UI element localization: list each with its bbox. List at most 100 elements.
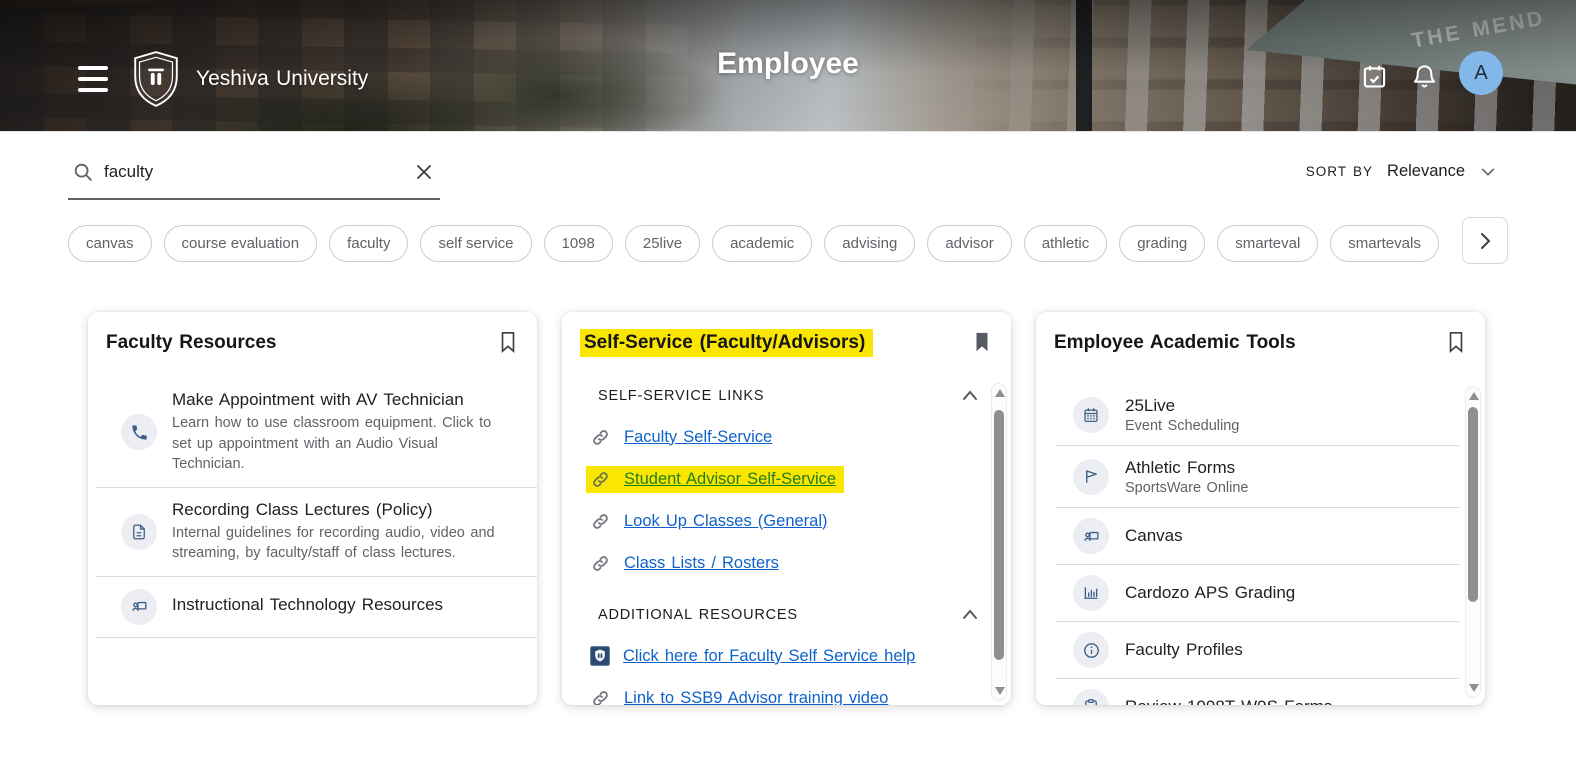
- bookmark-outline-icon: [497, 330, 519, 354]
- item-description: Internal guidelines for recording audio,…: [172, 523, 513, 564]
- chips-scroll-right-button[interactable]: [1462, 217, 1508, 264]
- bar-chart-icon: [1082, 584, 1100, 602]
- page-title: Employee: [717, 47, 859, 81]
- link-icon: [590, 511, 611, 532]
- filter-chip-1098[interactable]: 1098: [544, 225, 613, 262]
- filter-chip-advisor[interactable]: advisor: [927, 225, 1011, 262]
- bookmark-button[interactable]: [969, 330, 995, 356]
- filter-chip-course-evaluation[interactable]: course evaluation: [164, 225, 318, 262]
- link-faculty-self-service[interactable]: Faculty Self-Service: [624, 428, 772, 447]
- card-title-highlighted: Self-Service (Faculty/Advisors): [580, 329, 873, 357]
- divider: [96, 637, 537, 638]
- calendar-button[interactable]: [1359, 62, 1389, 92]
- bookmark-button[interactable]: [1443, 330, 1469, 356]
- clipboard-check-icon: [1082, 698, 1100, 705]
- scrollbar[interactable]: [1465, 386, 1481, 698]
- menu-button[interactable]: [78, 66, 108, 92]
- link-icon: [590, 469, 611, 490]
- link-look-up-classes[interactable]: Look Up Classes (General): [624, 512, 828, 531]
- phone-icon: [121, 414, 157, 450]
- filter-chip-grading[interactable]: grading: [1119, 225, 1205, 262]
- section-title: SELF-SERVICE LINKS: [598, 388, 764, 404]
- phone-icon: [130, 423, 149, 442]
- scroll-up-arrow[interactable]: [1469, 392, 1479, 400]
- item-title: Canvas: [1125, 526, 1183, 546]
- instructor-screen-icon: [1073, 518, 1109, 554]
- item-title: Faculty Profiles: [1125, 640, 1243, 660]
- list-item[interactable]: 25Live Event Scheduling: [1036, 384, 1485, 445]
- instructor-screen-icon: [130, 597, 149, 616]
- clipboard-check-icon: [1073, 689, 1109, 705]
- filter-chip-smartevals[interactable]: smartevals: [1330, 225, 1439, 262]
- filter-chip-academic[interactable]: academic: [712, 225, 812, 262]
- list-item[interactable]: Athletic Forms SportsWare Online: [1036, 446, 1485, 507]
- scroll-down-arrow[interactable]: [1469, 684, 1479, 692]
- scroll-up-arrow[interactable]: [995, 389, 1005, 397]
- tool-list: 25Live Event Scheduling Athletic Forms S…: [1036, 384, 1485, 705]
- filter-chip-athletic[interactable]: athletic: [1024, 225, 1108, 262]
- item-description: Event Scheduling: [1125, 418, 1239, 434]
- filter-chips: canvas course evaluation faculty self se…: [0, 220, 1466, 266]
- filter-chip-smarteval[interactable]: smarteval: [1217, 225, 1318, 262]
- avatar[interactable]: A: [1459, 51, 1503, 95]
- filter-chip-self-service[interactable]: self service: [420, 225, 531, 262]
- self-service-scroll-area: SELF-SERVICE LINKS Faculty Self-Service: [562, 370, 985, 705]
- bar-chart-icon: [1073, 575, 1109, 611]
- link-student-advisor-self-service[interactable]: Student Advisor Self-Service: [624, 470, 836, 489]
- card-employee-academic-tools: Employee Academic Tools: [1036, 312, 1485, 705]
- close-icon: [414, 162, 434, 182]
- sort-control[interactable]: SORT BY Relevance: [1306, 162, 1497, 181]
- filter-chip-advising[interactable]: advising: [824, 225, 915, 262]
- link-row: Faculty Self-Service: [590, 426, 985, 448]
- brand[interactable]: Yeshiva University: [130, 50, 368, 108]
- list-item[interactable]: Make Appointment with AV Technician Lear…: [88, 378, 537, 487]
- link-ssb9-advisor-training-video[interactable]: Link to SSB9 Advisor training video: [624, 689, 888, 706]
- list-item[interactable]: Faculty Profiles: [1036, 622, 1485, 678]
- scrollbar-thumb[interactable]: [1468, 407, 1478, 602]
- info-icon: [1082, 641, 1101, 660]
- item-title: Instructional Technology Resources: [172, 595, 513, 615]
- section-header: ADDITIONAL RESOURCES: [598, 605, 985, 625]
- section-header: SELF-SERVICE LINKS: [598, 386, 985, 406]
- instructor-screen-icon: [121, 589, 157, 625]
- highlighted-link-wrap: Student Advisor Self-Service: [586, 466, 844, 493]
- search-field: [68, 152, 440, 200]
- scrollbar-thumb[interactable]: [994, 410, 1004, 660]
- list-item[interactable]: Review 1098T W9S Forms: [1036, 679, 1485, 705]
- list-item[interactable]: Canvas: [1036, 508, 1485, 564]
- university-name: Yeshiva University: [196, 67, 368, 91]
- yu-shield-favicon: [590, 646, 610, 666]
- bookmark-filled-icon: [971, 330, 993, 354]
- link-faculty-self-service-help[interactable]: Click here for Faculty Self Service help: [623, 647, 915, 666]
- link-class-lists-rosters[interactable]: Class Lists / Rosters: [624, 554, 779, 573]
- item-description: Learn how to use classroom equipment. Cl…: [172, 413, 513, 475]
- list-item[interactable]: Instructional Technology Resources: [88, 577, 537, 637]
- scroll-down-arrow[interactable]: [995, 687, 1005, 695]
- collapse-section-button[interactable]: [955, 600, 985, 630]
- document-icon: [130, 523, 148, 541]
- clear-search-button[interactable]: [412, 160, 436, 184]
- filter-chip-canvas[interactable]: canvas: [68, 225, 152, 262]
- bell-icon: [1411, 63, 1438, 90]
- list-item[interactable]: Recording Class Lectures (Policy) Intern…: [88, 488, 537, 576]
- card-faculty-resources: Faculty Resources Make Appointment with …: [88, 312, 537, 705]
- link-icon: [590, 553, 611, 574]
- link-icon: [590, 427, 611, 448]
- search-icon: [72, 161, 94, 183]
- item-title: Make Appointment with AV Technician: [172, 390, 513, 410]
- bookmark-button[interactable]: [495, 330, 521, 356]
- list-item[interactable]: Cardozo APS Grading: [1036, 565, 1485, 621]
- header-banner: THE MEND Yeshiva University Employee: [0, 0, 1576, 132]
- item-title: Cardozo APS Grading: [1125, 583, 1295, 603]
- bookmark-outline-icon: [1445, 330, 1467, 354]
- header-actions: A: [1359, 58, 1503, 95]
- filter-chip-25live[interactable]: 25live: [625, 225, 700, 262]
- search-input[interactable]: [104, 162, 402, 182]
- scrollbar[interactable]: [991, 383, 1007, 701]
- filter-chip-faculty[interactable]: faculty: [329, 225, 408, 262]
- flag-icon: [1073, 459, 1109, 495]
- notifications-button[interactable]: [1409, 62, 1439, 92]
- link-row: Click here for Faculty Self Service help: [590, 645, 985, 667]
- collapse-section-button[interactable]: [955, 381, 985, 411]
- sort-value: Relevance: [1387, 162, 1465, 181]
